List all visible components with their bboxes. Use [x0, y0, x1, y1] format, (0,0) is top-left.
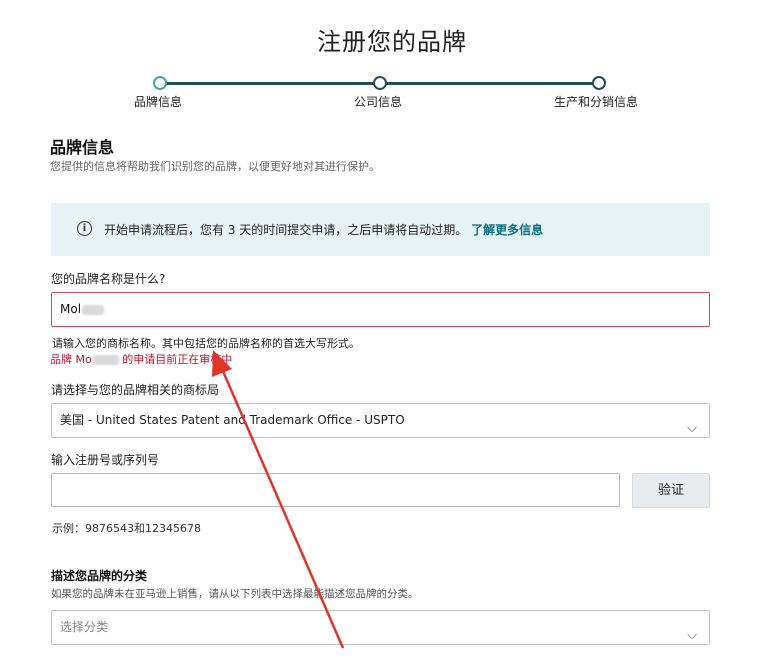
arrow-shaft — [217, 361, 345, 649]
arrow-head — [212, 350, 232, 377]
annotation-arrow — [212, 350, 345, 649]
